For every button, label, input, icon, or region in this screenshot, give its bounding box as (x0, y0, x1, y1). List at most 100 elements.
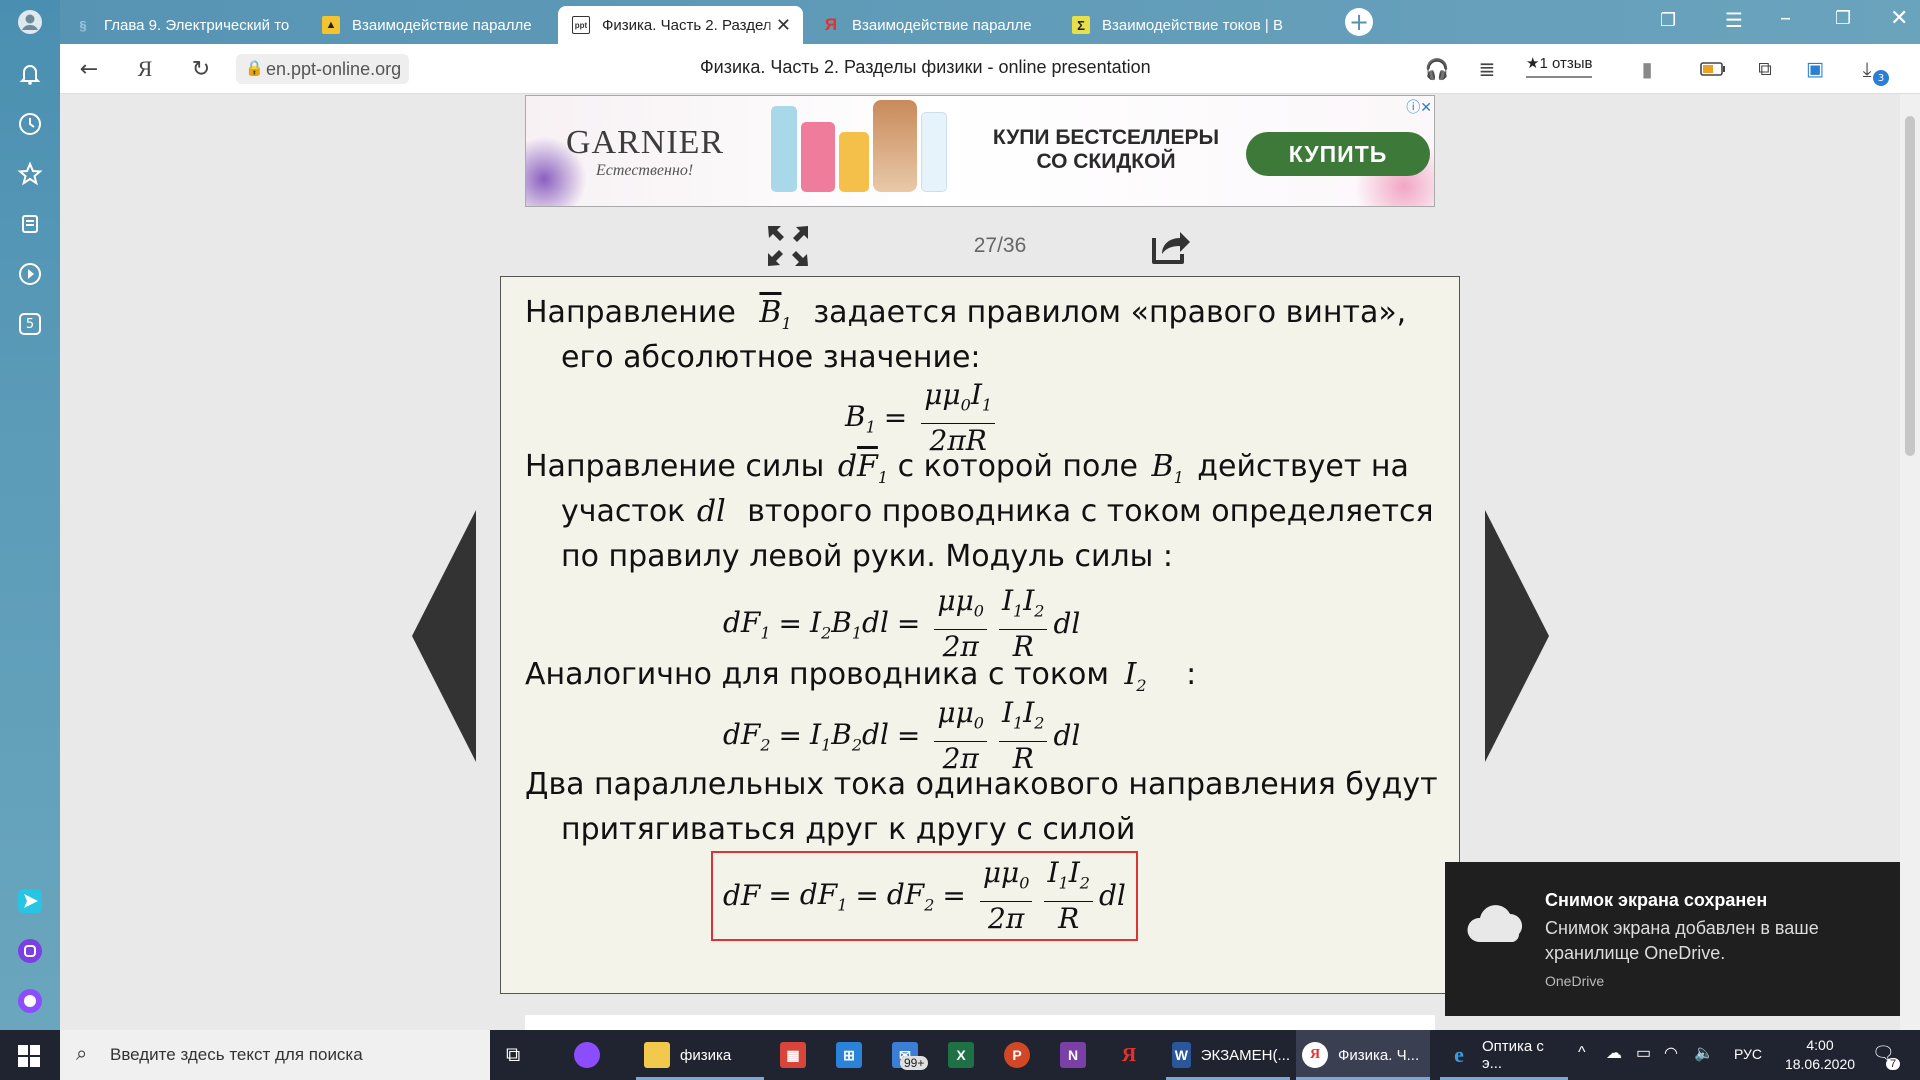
ebook-favicon-icon: § (79, 17, 87, 33)
yandex-icon[interactable]: Я (132, 56, 158, 82)
url-field[interactable]: 🔒 en.ppt-online.org (236, 54, 410, 84)
taskbar-app-label: Физика. Ч... (1338, 1046, 1420, 1064)
slide-text: второго проводника с током определяется (747, 494, 1434, 529)
formula-df2: dF2 = I1B2dl = μμ0 2π I1I2 R dl (723, 696, 1081, 775)
ad-product-bottle (771, 106, 797, 192)
browser-sidebar: 5 (0, 0, 60, 1030)
taskbar-app-word[interactable]: W ЭКЗАМЕН(... (1166, 1030, 1290, 1080)
ad-banner[interactable]: GARNIER Естественно! КУПИ БЕСТСЕЛЛЕРЫ СО… (525, 95, 1435, 207)
alice-taskbar-icon[interactable] (574, 1030, 610, 1080)
ad-product-bottle (839, 132, 869, 192)
alice-music-icon[interactable] (14, 935, 46, 967)
mail-badge: 99+ (900, 1056, 929, 1070)
bookmark-icon[interactable]: ▮ (1634, 56, 1660, 82)
slide-text: задается правилом «правого винта», (813, 295, 1407, 330)
taskbar-app-edge[interactable]: e Оптика с э... (1440, 1030, 1568, 1080)
slide-text: участок (561, 494, 686, 529)
menu-icon[interactable]: ☰ (1725, 8, 1743, 32)
task-view-icon[interactable]: ⧉ (506, 1030, 520, 1080)
taskbar-search-box[interactable]: ⌕ Введите здесь текст для поиска (60, 1030, 490, 1080)
alice-assistant-icon[interactable] (14, 985, 46, 1017)
search-placeholder: Введите здесь текст для поиска (110, 1045, 363, 1064)
battery-tray-icon[interactable]: ▭ (1636, 1043, 1651, 1063)
folder-icon (644, 1042, 670, 1068)
gift-icon[interactable]: ▦ (780, 1030, 816, 1080)
share-icon[interactable] (1148, 224, 1192, 272)
windows-start-icon[interactable] (18, 1045, 40, 1072)
reload-icon[interactable]: ↻ (188, 56, 214, 82)
excel-icon[interactable]: X (948, 1030, 984, 1080)
extensions-icon[interactable]: ▣ (1802, 56, 1828, 82)
messenger-icon[interactable] (14, 885, 46, 917)
formula-b1: B1 = μμ0I1 2πR (845, 379, 1001, 457)
ad-promo-line: КУПИ БЕСТСЕЛЛЕРЫ (992, 126, 1220, 149)
slide-text: : (1186, 657, 1197, 692)
slide-line-3: Направление силы dF1 с которой поле B1 д… (525, 449, 1409, 487)
sigma-favicon-icon: Σ (1072, 16, 1090, 34)
restore-icon[interactable]: ❐ (1835, 8, 1851, 29)
new-tab-button[interactable]: + (1345, 8, 1373, 36)
image-favicon-icon: ▲ (322, 16, 340, 34)
page-scrollbar[interactable] (1900, 94, 1920, 1030)
close-tab-icon[interactable]: ✕ (776, 15, 791, 36)
volume-tray-icon[interactable]: 🔈 (1694, 1043, 1714, 1063)
yandex-taskbar-icon[interactable]: Я (1116, 1030, 1152, 1080)
previous-slide-arrow[interactable] (412, 510, 476, 762)
tab-currents[interactable]: Σ Взаимодействие токов | В (1058, 6, 1303, 44)
tab-physics-active[interactable]: ppt Физика. Часть 2. Раздел ✕ (558, 6, 803, 44)
tray-chevron-icon[interactable]: ^ (1578, 1044, 1586, 1062)
collections-icon[interactable] (14, 208, 46, 240)
fullscreen-icon[interactable] (766, 224, 810, 272)
history-icon[interactable] (14, 108, 46, 140)
tab-label: Взаимодействие токов | В (1102, 16, 1283, 34)
tab-interaction-1[interactable]: ▲ Взаимодействие паралле (308, 6, 553, 44)
wifi-tray-icon[interactable]: ◠ (1664, 1043, 1678, 1063)
powerpoint-icon[interactable]: P (1004, 1030, 1040, 1080)
reviews-button[interactable]: ★1 отзыв (1526, 54, 1593, 78)
slide-text: Направление силы (525, 449, 825, 484)
video-icon[interactable] (14, 258, 46, 290)
close-window-icon[interactable]: ✕ (1890, 6, 1908, 31)
taskbar-app-folder[interactable]: физика (636, 1030, 764, 1080)
onedrive-tray-icon[interactable]: ☁ (1606, 1043, 1622, 1063)
next-slide-arrow[interactable] (1485, 510, 1549, 762)
b1-vector-symbol: B1 (759, 295, 792, 333)
slide-line-4: участок dl второго проводника с током оп… (561, 494, 1434, 529)
ad-promo: КУПИ БЕСТСЕЛЛЕРЫ СО СКИДКОЙ (966, 126, 1246, 174)
profile-avatar[interactable] (14, 6, 46, 38)
tab-chapter9[interactable]: § Глава 9. Электрический то (60, 6, 305, 44)
mail-icon[interactable]: ✉ (892, 1030, 928, 1080)
counter-icon[interactable]: 5 (14, 308, 46, 340)
store-icon[interactable]: ⊞ (836, 1030, 872, 1080)
clock-date: 18.06.2020 (1784, 1056, 1856, 1072)
reader-mode-icon[interactable]: ≣ (1474, 56, 1500, 82)
ad-buy-button[interactable]: КУПИТЬ (1246, 132, 1430, 176)
taskbar-app-label: ЭКЗАМЕН(... (1200, 1046, 1290, 1064)
star-icon[interactable] (14, 158, 46, 190)
address-bar: ← Я ↻ 🔒 en.ppt-online.org Физика. Часть … (60, 44, 1920, 94)
ad-tagline: Естественно! (596, 162, 694, 179)
back-icon[interactable]: ← (76, 56, 102, 82)
notification-source: OneDrive (1545, 973, 1605, 989)
minimize-icon[interactable]: – (1780, 6, 1791, 31)
notification-title: Снимок экрана сохранен (1545, 890, 1768, 910)
language-indicator[interactable]: РУС (1734, 1046, 1762, 1062)
df1-symbol: dF1 (837, 449, 889, 487)
battery-saver-icon[interactable] (1700, 56, 1726, 82)
yandex-browser-icon: Я (1302, 1042, 1328, 1068)
tabs-overview-icon[interactable]: ❐ (1660, 10, 1676, 31)
headphones-icon[interactable]: 🎧 (1424, 56, 1450, 82)
scrollbar-thumb[interactable] (1905, 116, 1915, 456)
yandex-favicon-icon: Я (824, 15, 838, 34)
taskbar-app-yandex-browser[interactable]: Я Физика. Ч... (1296, 1030, 1430, 1080)
url-text: en.ppt-online.org (266, 58, 402, 79)
onedrive-cloud-icon (1467, 905, 1523, 942)
ad-close-icon[interactable]: ⓘ✕ (1406, 97, 1432, 117)
ppt-favicon-icon: ppt (572, 16, 590, 34)
tab-interaction-2[interactable]: Я Взаимодействие паралле (808, 6, 1053, 44)
translate-icon[interactable]: ⧉ (1752, 56, 1778, 82)
taskbar-clock[interactable]: 4:00 18.06.2020 (1780, 1036, 1860, 1074)
bell-icon[interactable] (14, 58, 46, 90)
onedrive-notification[interactable]: Снимок экрана сохранен Снимок экрана доб… (1445, 862, 1900, 1016)
onenote-icon[interactable]: N (1060, 1030, 1096, 1080)
